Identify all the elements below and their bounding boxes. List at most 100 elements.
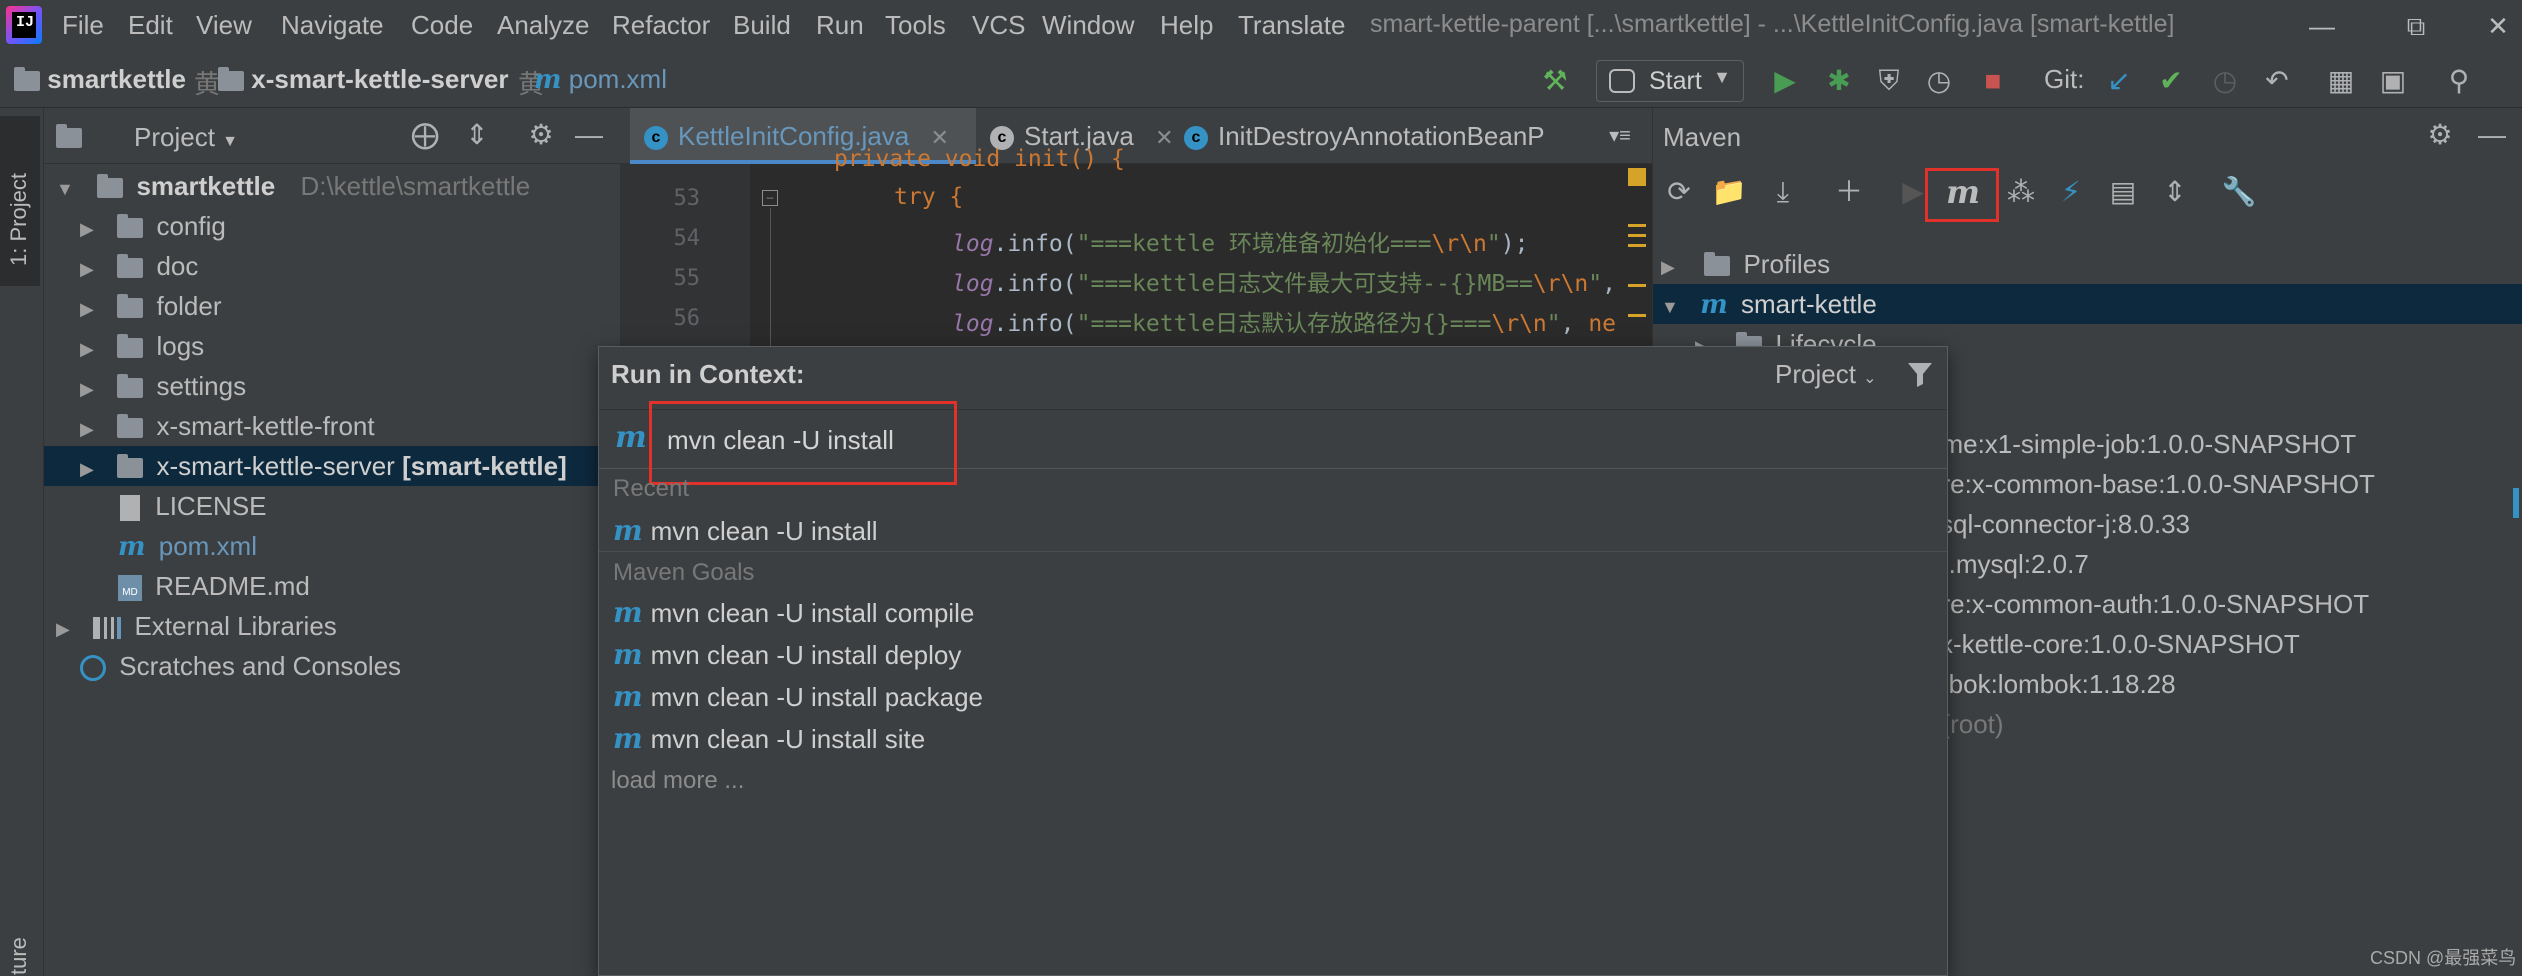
tab-init-destroy-annotation[interactable]: c InitDestroyAnnotationBeanP <box>1170 108 1590 164</box>
download-icon[interactable]: ⤓ <box>1763 172 1803 212</box>
breadcrumb-file[interactable]: m pom.xml <box>534 64 667 95</box>
menu-view[interactable]: View <box>196 10 252 41</box>
recent-item[interactable]: m mvn clean -U install <box>613 511 1933 551</box>
menu-window[interactable]: Window <box>1042 10 1134 41</box>
add-icon[interactable]: ＋ <box>1829 172 1869 212</box>
menu-refactor[interactable]: Refactor <box>612 10 710 41</box>
breadcrumb-module[interactable]: x-smart-kettle-server <box>218 64 508 95</box>
menu-translate[interactable]: Translate <box>1238 10 1345 41</box>
maven-dependency[interactable]: mbok:lombok:1.18.28 <box>1927 664 2176 704</box>
close-icon[interactable]: ✕ <box>2468 6 2522 46</box>
git-update-icon[interactable]: ↙ <box>2100 62 2138 100</box>
project-view-selector[interactable]: Project ▼ <box>134 122 238 153</box>
menu-help[interactable]: Help <box>1160 10 1213 41</box>
gear-icon[interactable]: ⚙ <box>522 116 560 154</box>
tree-item-doc[interactable]: ▶ doc <box>44 246 198 286</box>
warning-stripe[interactable] <box>1628 224 1646 227</box>
fold-icon[interactable]: – <box>762 190 778 206</box>
build-hammer-icon[interactable]: ⚒ <box>1536 62 1574 100</box>
run-icon[interactable]: ▶ <box>1766 62 1804 100</box>
maven-dependency[interactable]: ore:x-common-auth:1.0.0-SNAPSHOT <box>1927 584 2369 624</box>
maven-goal-item[interactable]: m mvn clean -U install deploy <box>613 635 1933 675</box>
maven-goal-item[interactable]: m mvn clean -U install site <box>613 719 1933 759</box>
warning-stripe[interactable] <box>1628 314 1646 317</box>
menu-navigate[interactable]: Navigate <box>281 10 384 41</box>
tree-item-settings[interactable]: ▶ settings <box>44 366 246 406</box>
generate-sources-icon[interactable]: 📁 <box>1709 172 1749 212</box>
filter-icon[interactable] <box>1905 359 1935 389</box>
menu-vcs[interactable]: VCS <box>972 10 1025 41</box>
git-history-icon[interactable]: ◷ <box>2206 62 2244 100</box>
search-icon[interactable]: ⚲ <box>2440 62 2478 100</box>
menu-edit[interactable]: Edit <box>128 10 173 41</box>
tool-window-tab-project[interactable]: 1: Project <box>0 116 40 286</box>
maven-project-smart-kettle[interactable]: ▼ m smart-kettle <box>1653 284 2522 324</box>
hide-icon[interactable]: — <box>570 116 608 154</box>
locate-icon[interactable]: ⨁ <box>406 116 444 154</box>
collapse-all-icon[interactable]: ⇕ <box>458 116 496 154</box>
tree-item-label: folder <box>156 291 222 321</box>
menu-code[interactable]: Code <box>411 10 473 41</box>
profile-icon[interactable]: ◷ <box>1920 62 1958 100</box>
scope-selector[interactable]: Project ⌄ <box>1775 359 1877 390</box>
stop-icon[interactable]: ■ <box>1974 62 2012 100</box>
tree-item-config[interactable]: ▶ config <box>44 206 226 246</box>
git-rollback-icon[interactable]: ↶ <box>2258 62 2296 100</box>
warning-stripe[interactable] <box>1628 284 1646 287</box>
maven-dependency[interactable]: ore:x-common-base:1.0.0-SNAPSHOT <box>1927 464 2375 504</box>
warning-stripe[interactable] <box>1628 234 1646 237</box>
debug-icon[interactable]: ✱ <box>1820 62 1858 100</box>
toggle-offline-icon[interactable]: ⁂ <box>2001 172 2041 212</box>
menu-tools[interactable]: Tools <box>885 10 946 41</box>
folder-icon <box>117 334 144 359</box>
maven-dependency[interactable]: ysql-connector-j:8.0.33 <box>1927 504 2190 544</box>
load-more-link[interactable]: load more ... <box>611 767 744 795</box>
module-folder-icon <box>14 67 40 92</box>
collapse-all-icon[interactable]: ⇕ <box>2155 172 2195 212</box>
run-configuration-select[interactable]: Start ▼ <box>1596 60 1744 102</box>
tree-item-root[interactable]: ▼ smartkettle D:\kettle\smartkettle <box>44 166 530 206</box>
tab-list-icon[interactable]: ▾≡ <box>1592 108 1648 164</box>
tree-item-folder[interactable]: ▶ folder <box>44 286 222 326</box>
menu-build[interactable]: Build <box>733 10 791 41</box>
presentation-icon[interactable]: ▣ <box>2374 62 2412 100</box>
tree-item-logs[interactable]: ▶ logs <box>44 326 204 366</box>
gear-icon[interactable]: ⚙ <box>2421 116 2459 154</box>
chevron-down-icon: ⌄ <box>1863 370 1877 387</box>
warning-stripe[interactable] <box>1628 244 1646 247</box>
tree-item-label: LICENSE <box>155 491 267 521</box>
maven-dependency[interactable]: m.mysql:2.0.7 <box>1927 544 2089 584</box>
maven-dependency[interactable]: ame:x1-simple-job:1.0.0-SNAPSHOT <box>1927 424 2356 464</box>
maven-goal-item[interactable]: m mvn clean -U install compile <box>613 593 1933 633</box>
right-stripe-marker <box>2513 488 2519 518</box>
git-commit-icon[interactable]: ✔ <box>2152 62 2190 100</box>
tree-root-label: smartkettle <box>136 171 276 201</box>
show-dependencies-icon[interactable]: ▤ <box>2103 172 2143 212</box>
warning-marker-icon[interactable] <box>1628 168 1646 186</box>
tree-item-license[interactable]: LICENSE <box>44 486 267 526</box>
minimize-icon[interactable]: — <box>2292 6 2352 46</box>
run-config-label: Start <box>1649 67 1702 95</box>
coverage-icon[interactable]: ⛨ <box>1870 62 1908 100</box>
tree-item-readme[interactable]: MD README.md <box>44 566 310 606</box>
reload-icon[interactable]: ⟳ <box>1659 172 1699 212</box>
tree-item-scratches[interactable]: Scratches and Consoles <box>44 646 401 686</box>
breadcrumb-separator-icon: ⻩ <box>194 69 221 99</box>
menu-run[interactable]: Run <box>816 10 864 41</box>
hide-icon[interactable]: — <box>2473 116 2511 154</box>
menu-analyze[interactable]: Analyze <box>497 10 590 41</box>
menu-file[interactable]: File <box>62 10 104 41</box>
tree-item-external-libraries[interactable]: ▶ External Libraries <box>44 606 337 646</box>
project-structure-icon[interactable]: ▦ <box>2322 62 2360 100</box>
tree-item-x-smart-kettle-server[interactable]: ▶ x-smart-kettle-server [smart-kettle] <box>44 446 620 486</box>
tree-item-pom-xml[interactable]: m pom.xml <box>44 526 257 566</box>
maven-goal-item[interactable]: m mvn clean -U install package <box>613 677 1933 717</box>
maven-dependency[interactable]: l:x-kettle-core:1.0.0-SNAPSHOT <box>1927 624 2300 664</box>
breadcrumb-root[interactable]: smartkettle <box>14 64 186 95</box>
tree-item-x-smart-kettle-front[interactable]: ▶ x-smart-kettle-front <box>44 406 375 446</box>
skip-tests-icon[interactable]: ⚡ <box>2051 172 2091 212</box>
maven-profiles[interactable]: ▶ Profiles <box>1653 244 1830 284</box>
restore-icon[interactable]: ⧉ <box>2386 6 2446 46</box>
wrench-icon[interactable]: 🔧 <box>2219 172 2259 212</box>
maven-goal-label: mvn clean -U install package <box>650 682 984 712</box>
